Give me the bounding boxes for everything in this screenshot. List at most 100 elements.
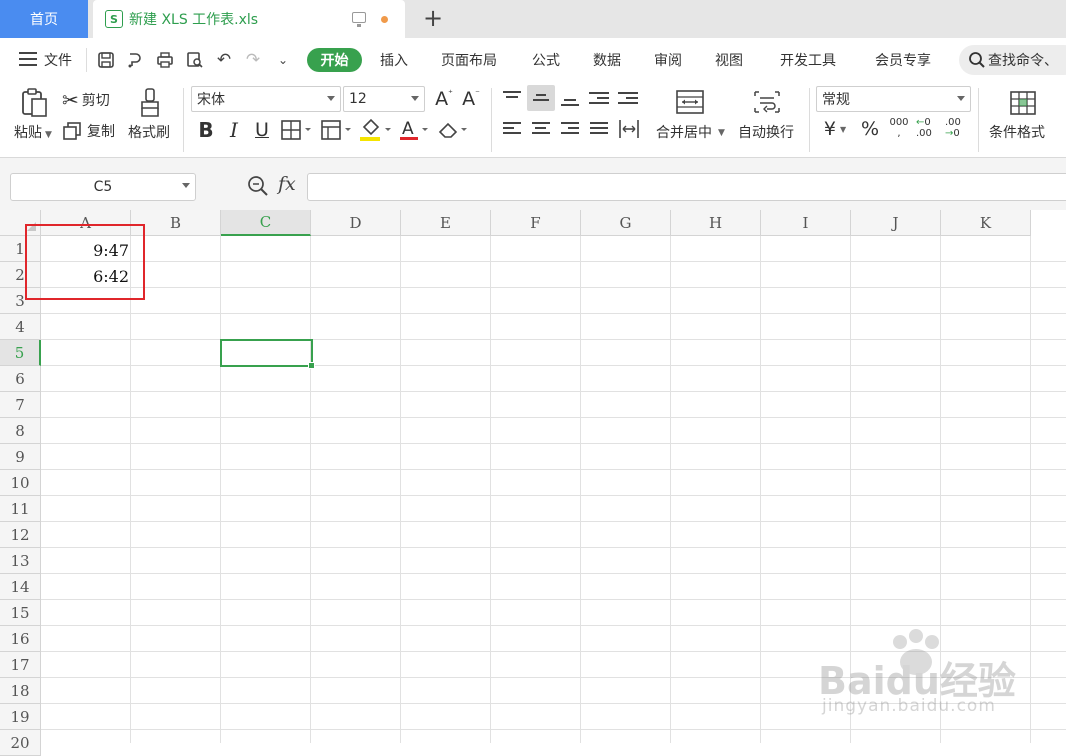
- copy-icon: [62, 121, 82, 141]
- align-bottom-icon[interactable]: [561, 96, 579, 109]
- row-header-12[interactable]: 12: [0, 522, 41, 548]
- menu-insert[interactable]: 插入: [380, 44, 408, 76]
- zoom-search-icon[interactable]: [247, 175, 269, 197]
- menu-review[interactable]: 审阅: [654, 44, 682, 76]
- grid-row-line: [41, 365, 1066, 366]
- column-header-G[interactable]: G: [581, 210, 671, 236]
- align-middle-button[interactable]: [527, 85, 555, 111]
- italic-icon[interactable]: I: [222, 118, 246, 142]
- row-header-5[interactable]: 5: [0, 340, 41, 366]
- clear-format-button[interactable]: [436, 118, 472, 142]
- row-header-11[interactable]: 11: [0, 496, 41, 522]
- paint-brush-icon: [138, 88, 162, 122]
- bold-icon[interactable]: B: [194, 118, 218, 142]
- column-header-I[interactable]: I: [761, 210, 851, 236]
- merge-center-button[interactable]: 合并居中 ▼: [652, 86, 728, 146]
- paste-button[interactable]: 粘贴 ▼: [12, 86, 56, 146]
- row-header-18[interactable]: 18: [0, 678, 41, 704]
- increase-font-size-icon[interactable]: A ⁺: [432, 87, 456, 111]
- menu-page-layout[interactable]: 页面布局: [441, 44, 497, 76]
- font-size-select[interactable]: 12: [343, 86, 425, 112]
- column-header-D[interactable]: D: [311, 210, 401, 236]
- redo-icon[interactable]: ↷: [242, 49, 264, 71]
- align-center-icon[interactable]: [532, 119, 550, 137]
- row-header-20[interactable]: 20: [0, 730, 41, 756]
- menu-data[interactable]: 数据: [593, 44, 621, 76]
- menu-file[interactable]: 文件: [44, 44, 72, 76]
- save-icon[interactable]: [95, 49, 117, 71]
- wrap-text-label: 自动换行: [738, 125, 794, 141]
- quick-access-dropdown-icon[interactable]: ⌄: [272, 49, 294, 71]
- menu-developer[interactable]: 开发工具: [780, 44, 836, 76]
- fill-handle[interactable]: [308, 362, 315, 369]
- hamburger-menu-icon[interactable]: [19, 52, 37, 66]
- tab-home[interactable]: 首页: [0, 0, 88, 38]
- number-format-value: 常规: [822, 92, 850, 108]
- column-header-F[interactable]: F: [491, 210, 581, 236]
- undo-icon[interactable]: ↶: [213, 49, 235, 71]
- menu-member[interactable]: 会员专享: [875, 44, 931, 76]
- row-header-6[interactable]: 6: [0, 366, 41, 392]
- underline-icon[interactable]: U: [250, 118, 274, 142]
- row-header-10[interactable]: 10: [0, 470, 41, 496]
- align-left-icon[interactable]: [503, 119, 521, 137]
- grid-row-line: [41, 339, 1066, 340]
- menu-formulas[interactable]: 公式: [532, 44, 560, 76]
- percent-button[interactable]: %: [858, 117, 882, 141]
- conditional-format-button[interactable]: 条件格式: [985, 86, 1065, 146]
- row-header-4[interactable]: 4: [0, 314, 41, 340]
- cut-button[interactable]: ✂ 剪切: [62, 88, 122, 112]
- font-name-value: 宋体: [197, 92, 225, 108]
- formula-input[interactable]: [307, 173, 1066, 201]
- column-header-K[interactable]: K: [941, 210, 1031, 236]
- font-name-select[interactable]: 宋体: [191, 86, 341, 112]
- row-header-9[interactable]: 9: [0, 444, 41, 470]
- row-header-7[interactable]: 7: [0, 392, 41, 418]
- row-header-14[interactable]: 14: [0, 574, 41, 600]
- fill-color-button[interactable]: [358, 117, 394, 143]
- borders-button[interactable]: [280, 119, 314, 141]
- row-header-17[interactable]: 17: [0, 652, 41, 678]
- align-top-icon[interactable]: [503, 88, 521, 101]
- grid-column-line: [220, 236, 221, 743]
- new-tab-plus-icon[interactable]: +: [421, 4, 445, 32]
- row-header-8[interactable]: 8: [0, 418, 41, 444]
- decrease-decimal-icon[interactable]: .00 →0: [945, 117, 969, 143]
- command-search[interactable]: 查找命令、: [959, 45, 1066, 75]
- row-header-15[interactable]: 15: [0, 600, 41, 626]
- increase-decimal-icon[interactable]: ←0.00: [916, 117, 940, 143]
- copy-button[interactable]: 复制: [62, 119, 122, 143]
- currency-button[interactable]: ¥ ▼: [818, 117, 852, 141]
- font-color-button[interactable]: A: [398, 117, 432, 143]
- decrease-indent-icon[interactable]: [589, 89, 609, 107]
- fill-pattern-button[interactable]: [320, 119, 354, 141]
- thousands-separator-icon[interactable]: 000,: [886, 117, 912, 143]
- monitor-icon[interactable]: [352, 12, 366, 27]
- row-header-13[interactable]: 13: [0, 548, 41, 574]
- column-header-H[interactable]: H: [671, 210, 761, 236]
- menu-view[interactable]: 视图: [715, 44, 743, 76]
- row-header-19[interactable]: 19: [0, 704, 41, 730]
- increase-indent-icon[interactable]: [618, 89, 638, 107]
- justify-icon[interactable]: [590, 119, 608, 137]
- grid-column-line: [760, 236, 761, 743]
- print-preview-icon[interactable]: [184, 49, 206, 71]
- row-header-16[interactable]: 16: [0, 626, 41, 652]
- format-painter-button[interactable]: 格式刷: [126, 86, 176, 146]
- align-right-icon[interactable]: [561, 119, 579, 137]
- spreadsheet-file-icon: S: [105, 10, 123, 28]
- grid-column-line: [490, 236, 491, 743]
- active-cell-selection[interactable]: [220, 339, 315, 369]
- export-icon[interactable]: [124, 49, 146, 71]
- name-box[interactable]: C5: [10, 173, 196, 201]
- column-header-C[interactable]: C: [221, 210, 311, 236]
- insert-function-button[interactable]: fx: [278, 173, 302, 199]
- print-icon[interactable]: [154, 49, 176, 71]
- number-format-select[interactable]: 常规: [816, 86, 971, 112]
- column-header-J[interactable]: J: [851, 210, 941, 236]
- decrease-font-size-icon[interactable]: A ⁻: [459, 87, 483, 111]
- column-header-E[interactable]: E: [401, 210, 491, 236]
- wrap-text-button[interactable]: 自动换行: [734, 86, 802, 146]
- distributed-align-icon[interactable]: [618, 118, 640, 140]
- menu-start[interactable]: 开始: [307, 48, 362, 72]
